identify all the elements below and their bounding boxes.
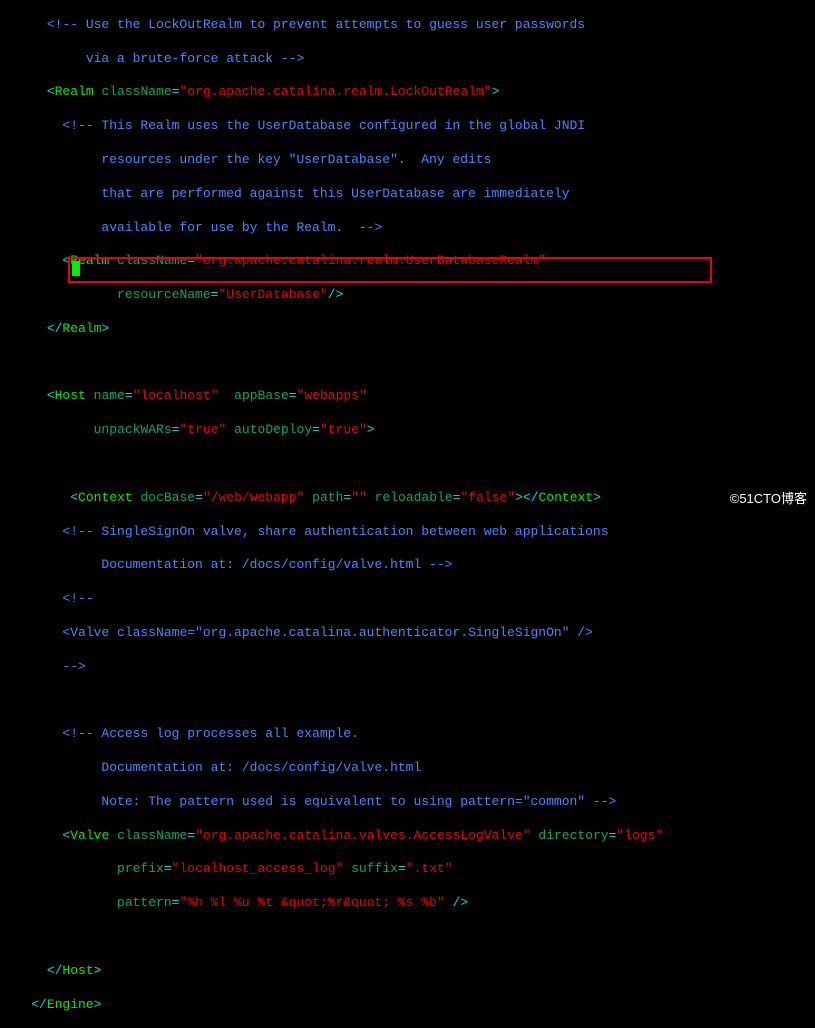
code-line: <Valve className="org.apache.catalina.va… bbox=[0, 828, 815, 845]
code-line: Documentation at: /docs/config/valve.htm… bbox=[0, 557, 815, 574]
code-line: <!-- bbox=[0, 591, 815, 608]
code-line: </Engine> bbox=[0, 997, 815, 1014]
code-line: <!-- Use the LockOutRealm to prevent att… bbox=[0, 17, 815, 34]
code-line: Documentation at: /docs/config/valve.htm… bbox=[0, 760, 815, 777]
code-line: that are performed against this UserData… bbox=[0, 186, 815, 203]
code-line: <Host name="localhost" appBase="webapps" bbox=[0, 388, 815, 405]
code-line: </Realm> bbox=[0, 321, 815, 338]
cursor-block bbox=[72, 261, 80, 276]
code-line: prefix="localhost_access_log" suffix=".t… bbox=[0, 861, 815, 878]
code-line: available for use by the Realm. --> bbox=[0, 220, 815, 237]
code-line: <Realm className="org.apache.catalina.re… bbox=[0, 253, 815, 270]
code-line: resourceName="UserDatabase"/> bbox=[0, 287, 815, 304]
code-line: <!-- Access log processes all example. bbox=[0, 726, 815, 743]
code-line bbox=[0, 693, 815, 710]
code-line: </Host> bbox=[0, 963, 815, 980]
code-line: <!-- This Realm uses the UserDatabase co… bbox=[0, 118, 815, 135]
highlighted-code-line: <Context docBase="/web/webapp" path="" r… bbox=[0, 490, 815, 507]
code-line: resources under the key "UserDatabase". … bbox=[0, 152, 815, 169]
code-line: <Valve className="org.apache.catalina.au… bbox=[0, 625, 815, 642]
code-line: --> bbox=[0, 659, 815, 676]
code-line: via a brute-force attack --> bbox=[0, 51, 815, 68]
code-line: pattern="%h %l %u %t &quot;%r&quot; %s %… bbox=[0, 895, 815, 912]
watermark: ©51CTO博客 bbox=[730, 491, 807, 508]
code-line bbox=[0, 355, 815, 372]
code-line bbox=[0, 929, 815, 946]
code-line: unpackWARs="true" autoDeploy="true"> bbox=[0, 422, 815, 439]
code-line: Note: The pattern used is equivalent to … bbox=[0, 794, 815, 811]
code-line bbox=[0, 456, 815, 473]
code-line: <!-- SingleSignOn valve, share authentic… bbox=[0, 524, 815, 541]
code-line: <Realm className="org.apache.catalina.re… bbox=[0, 84, 815, 101]
xml-code-block: <!-- Use the LockOutRealm to prevent att… bbox=[0, 0, 815, 1028]
